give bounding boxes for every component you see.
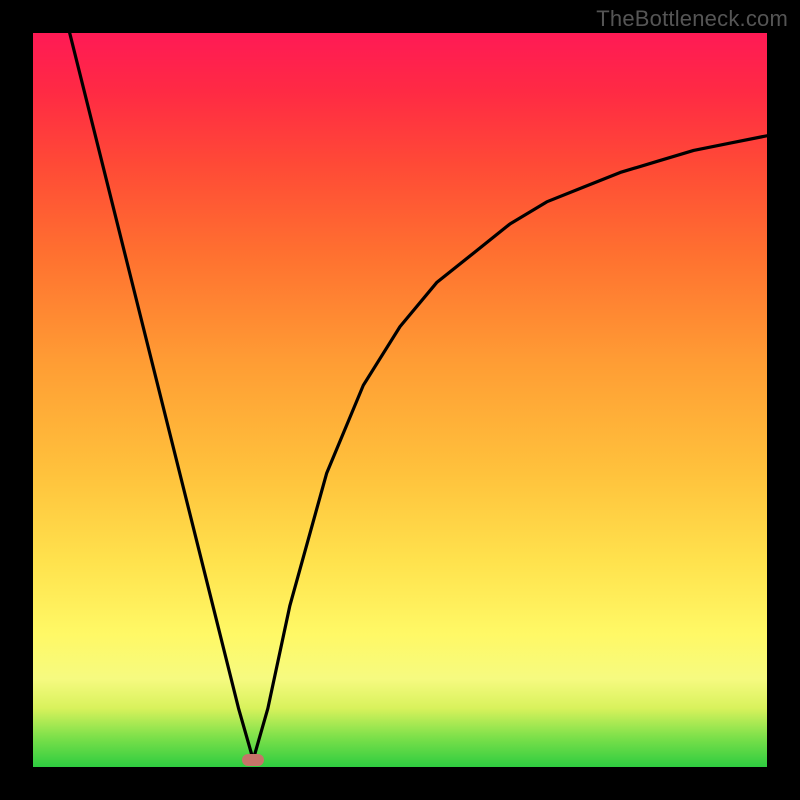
minimum-marker [242,754,264,766]
plot-area [33,33,767,767]
watermark-text: TheBottleneck.com [596,6,788,32]
bottleneck-curve [33,33,767,767]
chart-frame: TheBottleneck.com [0,0,800,800]
